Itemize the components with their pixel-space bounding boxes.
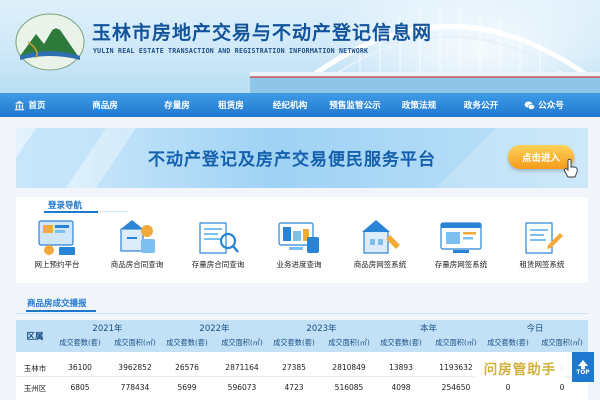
- metric-header: 成交面积(㎡): [221, 338, 263, 347]
- progress-query-icon: [278, 222, 319, 253]
- site-subtitle: YULIN REAL ESTATE TRANSACTION AND REGIST…: [93, 47, 369, 55]
- table-cell: 13893: [389, 363, 413, 372]
- login-navigation-title: 登录导航: [48, 201, 83, 211]
- table-cell: 2810849: [332, 363, 366, 372]
- table-cell: 4723: [284, 383, 304, 392]
- new-house-contract-icon: [120, 220, 155, 253]
- pointer-hand-icon: [563, 158, 578, 178]
- service-new-house-signing[interactable]: 商品房网签系统: [340, 217, 420, 279]
- service-resale-signing[interactable]: 存量房网签系统: [421, 217, 501, 279]
- nav-label: 商品房: [92, 101, 118, 111]
- title-underline: [26, 310, 96, 312]
- banner-title: 不动产登记及房产交易便民服务平台: [148, 150, 436, 170]
- divider: [98, 211, 128, 212]
- site-logo: [15, 13, 85, 71]
- service-label: 租赁网签系统: [519, 260, 565, 269]
- rental-signing-icon: [525, 222, 563, 254]
- nav-item-home[interactable]: 首页: [0, 93, 60, 117]
- table-cell: 4098: [391, 383, 411, 392]
- nav-item-official-account[interactable]: 公众号: [512, 93, 576, 117]
- nav-item-agencies[interactable]: 经纪机构: [258, 93, 322, 117]
- nav-item-policies[interactable]: 政策法规: [388, 93, 450, 117]
- page: 玉林市房地产交易与不动产登记信息网 YULIN REAL ESTATE TRAN…: [0, 0, 600, 400]
- bank-icon: [15, 100, 25, 110]
- region-header: 区属: [26, 332, 44, 342]
- metric-header: 成交套数(套): [487, 338, 529, 347]
- top-label: TOP: [576, 369, 590, 376]
- nav-label: 公众号: [538, 101, 564, 111]
- nav-label: 租赁房: [218, 101, 244, 111]
- table-cell: 36100: [68, 363, 92, 372]
- service-label: 网上预约平台: [34, 260, 80, 269]
- service-platform-banner[interactable]: 不动产登记及房产交易便民服务平台 点击进入: [16, 128, 588, 188]
- service-label: 存量房网签系统: [434, 260, 488, 269]
- service-online-booking[interactable]: 网上预约平台: [17, 217, 97, 279]
- nav-label: 首页: [28, 101, 46, 111]
- watermark-badge: 问房管助手: [474, 355, 566, 380]
- nav-item-rental[interactable]: 租赁房: [204, 93, 258, 117]
- site-title: 玉林市房地产交易与不动产登记信息网: [92, 22, 433, 44]
- period-header: 今日: [526, 324, 544, 334]
- metric-header: 成交面积(㎡): [541, 338, 583, 347]
- new-house-signing-icon: [362, 220, 400, 254]
- site-header: 玉林市房地产交易与不动产登记信息网 YULIN REAL ESTATE TRAN…: [0, 0, 600, 93]
- online-booking-icon: [38, 220, 75, 255]
- table-cell: 27385: [282, 363, 306, 372]
- wechat-icon: [524, 100, 535, 110]
- table-cell: 2871164: [225, 363, 259, 372]
- nav-item-new-house[interactable]: 商品房: [60, 93, 150, 117]
- sales-broadcast-title: 商品房成交播报: [27, 299, 87, 309]
- login-navigation-panel: 登录导航 网上预约平台 商品房合同查询 存量房合同查询 业务进度查询 商品房网签…: [16, 197, 588, 283]
- resale-contract-icon: [199, 222, 239, 254]
- service-label: 商品房合同查询: [110, 260, 164, 269]
- table-cell: 516085: [334, 383, 364, 392]
- metric-header: 成交面积(㎡): [114, 338, 156, 347]
- arrow-up-icon: [578, 359, 588, 369]
- nav-label: 经纪机构: [272, 101, 308, 111]
- table-cell: 26576: [175, 363, 199, 372]
- service-label: 存量房合同查询: [191, 260, 245, 269]
- metric-header: 成交面积(㎡): [328, 338, 370, 347]
- divider: [16, 313, 588, 314]
- metric-header: 成交套数(套): [273, 338, 315, 347]
- service-new-house-contract[interactable]: 商品房合同查询: [97, 217, 177, 279]
- period-header: 2021年: [92, 324, 123, 334]
- service-label: 商品房网签系统: [353, 260, 407, 269]
- nav-item-presale-supervision[interactable]: 预售监管公示: [322, 93, 388, 117]
- main-nav: 首页 商品房 存量房 租赁房 经纪机构 预售监管公示 政策法规 政务公开 公众号: [0, 93, 600, 117]
- table-cell: 0: [559, 383, 565, 392]
- table-cell: 6805: [70, 383, 90, 392]
- service-resale-contract[interactable]: 存量房合同查询: [178, 217, 258, 279]
- table-cell: 254650: [441, 383, 471, 392]
- back-to-top-button[interactable]: TOP: [572, 352, 594, 382]
- table-cell: 778434: [120, 383, 150, 392]
- service-rental-signing[interactable]: 租赁网签系统: [502, 217, 582, 279]
- region-cell: 玉林市: [23, 364, 47, 373]
- period-header: 本年: [419, 324, 437, 334]
- metric-header: 成交套数(套): [380, 338, 422, 347]
- metric-header: 成交套数(套): [59, 338, 101, 347]
- nav-item-resale-house[interactable]: 存量房: [150, 93, 204, 117]
- metric-header: 成交面积(㎡): [435, 338, 477, 347]
- period-header: 2022年: [199, 324, 230, 334]
- service-label: 业务进度查询: [276, 260, 322, 269]
- region-cell: 玉州区: [23, 384, 47, 393]
- table-cell: 3962852: [118, 363, 152, 372]
- watermark-text: 问房管助手: [483, 361, 557, 378]
- nav-item-gov-affairs[interactable]: 政务公开: [450, 93, 512, 117]
- resale-signing-icon: [440, 222, 482, 253]
- table-cell: 0: [505, 383, 511, 392]
- service-progress-query[interactable]: 业务进度查询: [259, 217, 339, 279]
- table-cell: 596073: [227, 383, 257, 392]
- title-underline: [44, 211, 98, 213]
- nav-label: 存量房: [164, 101, 190, 111]
- nav-label: 政务公开: [463, 101, 499, 111]
- nav-label: 政策法规: [401, 101, 437, 111]
- period-header: 2023年: [306, 324, 337, 334]
- metric-header: 成交套数(套): [166, 338, 208, 347]
- nav-label: 预售监管公示: [329, 101, 381, 111]
- table-cell: 5699: [177, 383, 197, 392]
